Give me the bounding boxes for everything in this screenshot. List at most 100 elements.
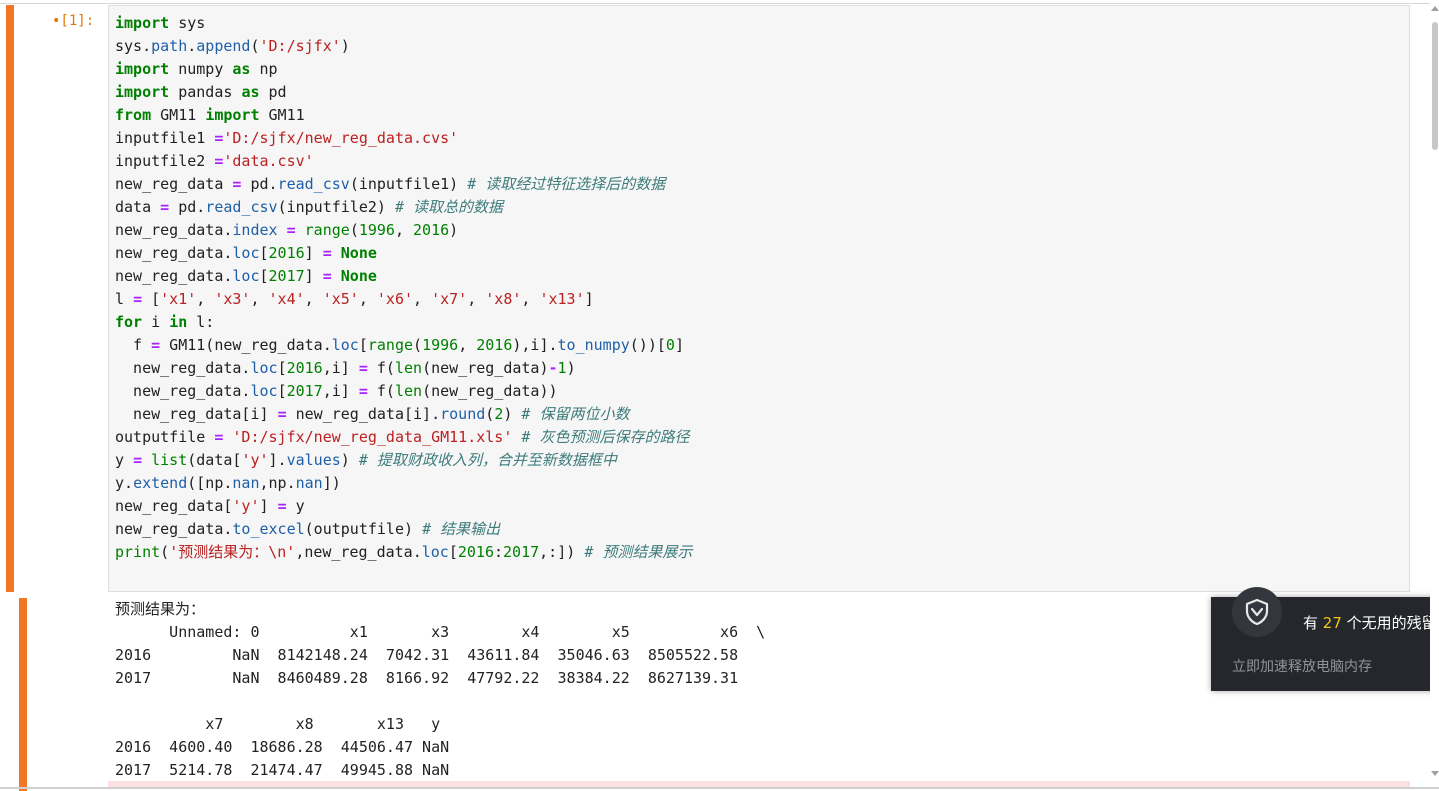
output-line: x7 x8 x13 y <box>115 715 441 733</box>
code-line[interactable]: new_reg_data.index = range(1996, 2016) <box>115 219 692 242</box>
code-token: GM11 <box>259 106 305 124</box>
code-token: ,:]) <box>539 543 585 561</box>
code-line[interactable]: new_reg_data.loc[2016,i] = f(len(new_reg… <box>115 357 692 380</box>
code-token: = <box>151 336 161 354</box>
code-line[interactable]: new_reg_data.to_excel(outputfile) # 结果输出 <box>115 518 692 541</box>
scroll-up-icon[interactable] <box>1431 6 1439 11</box>
code-token: 2016 <box>268 244 305 262</box>
code-token: as <box>232 60 251 78</box>
code-line[interactable]: inputfile1 ='D:/sjfx/new_reg_data.cvs' <box>115 127 692 150</box>
code-token: = <box>286 221 296 239</box>
code-line[interactable]: from GM11 import GM11 <box>115 104 692 127</box>
code-line[interactable]: new_reg_data['y'] = y <box>115 495 692 518</box>
code-token: import <box>115 14 170 32</box>
code-token: pd. <box>169 198 206 216</box>
code-token: pd <box>259 83 287 101</box>
toast-action-link[interactable]: 立即加速释放电脑内存 <box>1232 656 1372 676</box>
code-token: 'y' <box>241 451 269 469</box>
code-line[interactable]: for i in l: <box>115 311 692 334</box>
code-token: ) <box>449 221 459 239</box>
code-line[interactable]: new_reg_data = pd.read_csv(inputfile1) #… <box>115 173 692 196</box>
code-token: 'x3' <box>214 290 251 308</box>
code-token: 'x6' <box>376 290 414 308</box>
scroll-down-icon[interactable] <box>1431 771 1439 776</box>
code-token: # 灰色预测后保存的路径 <box>521 428 690 446</box>
shield-check-icon <box>1232 587 1282 637</box>
code-line[interactable]: y.extend([np.nan,np.nan]) <box>115 472 692 495</box>
code-editor[interactable]: import sys sys.path.append('D:/sjfx') impo… <box>108 5 1410 592</box>
code-token: ) <box>503 405 522 423</box>
code-token: # 读取经过特征选择后的数据 <box>467 175 666 193</box>
code-text[interactable]: import sys sys.path.append('D:/sjfx') impo… <box>115 12 692 564</box>
scrollbar-thumb[interactable] <box>1432 22 1438 150</box>
code-token: inputfile2 <box>115 152 215 170</box>
code-line[interactable]: print('预测结果为：\n',new_reg_data.loc[2016:2… <box>115 541 692 564</box>
bottom-border <box>0 787 1439 789</box>
code-token: new_reg_data[i] <box>115 405 278 423</box>
code-token: = <box>277 405 287 423</box>
code-token: data <box>115 198 161 216</box>
code-token: l: <box>187 313 215 331</box>
code-line[interactable]: import sys <box>115 12 692 35</box>
code-token: 1996 <box>422 336 459 354</box>
code-token: = <box>322 267 332 285</box>
code-token: 'x8' <box>485 290 522 308</box>
code-token: new_reg_data. <box>115 267 233 285</box>
code-token: [ <box>142 290 161 308</box>
code-token: import <box>115 83 170 101</box>
code-line[interactable]: new_reg_data.loc[2016] = None <box>115 242 692 265</box>
code-token: list <box>151 451 188 469</box>
code-line[interactable]: sys.path.append('D:/sjfx') <box>115 35 692 58</box>
code-token: values <box>286 451 341 469</box>
code-token: pandas <box>169 83 242 101</box>
code-line[interactable]: l = ['x1', 'x3', 'x4', 'x5', 'x6', 'x7',… <box>115 288 692 311</box>
code-token: = <box>358 359 368 377</box>
code-token: 'x5' <box>322 290 359 308</box>
code-line[interactable]: new_reg_data.loc[2017] = None <box>115 265 692 288</box>
top-border <box>0 3 1439 4</box>
code-token: None <box>340 244 377 262</box>
code-token: numpy <box>169 60 233 78</box>
code-token: sys. <box>115 37 152 55</box>
code-token: inputfile1 <box>115 129 215 147</box>
output-line: 预测结果为： <box>115 600 206 618</box>
code-token: len <box>394 382 423 400</box>
code-line[interactable]: import numpy as np <box>115 58 692 81</box>
code-token: . <box>187 37 197 55</box>
code-token: path <box>151 37 188 55</box>
code-token: , <box>458 336 477 354</box>
code-token: 0 <box>665 336 675 354</box>
code-token: ] <box>259 497 278 515</box>
code-token: l <box>115 290 134 308</box>
code-line[interactable]: new_reg_data.loc[2017,i] = f(len(new_reg… <box>115 380 692 403</box>
code-token: 'D:/sjfx' <box>259 37 341 55</box>
code-token: round <box>440 405 486 423</box>
code-line[interactable]: outputfile = 'D:/sjfx/new_reg_data_GM11.… <box>115 426 692 449</box>
cell-prompt: •[1]: <box>52 13 95 29</box>
code-token: # 提取财政收入列，合并至新数据框中 <box>358 451 617 469</box>
code-token: new_reg_data. <box>115 520 233 538</box>
output-cell-indicator[interactable] <box>19 598 27 791</box>
code-line[interactable]: y = list(data['y'].values) # 提取财政收入列，合并至… <box>115 449 692 472</box>
cleanup-toast-notification[interactable]: 有 27 个无用的残留 立即加速释放电脑内存 <box>1211 587 1439 691</box>
code-line[interactable]: new_reg_data[i] = new_reg_data[i].round(… <box>115 403 692 426</box>
code-line[interactable]: inputfile2 ='data.csv' <box>115 150 692 173</box>
code-token: ] <box>304 267 323 285</box>
code-token: # 结果输出 <box>422 520 501 538</box>
code-line[interactable]: import pandas as pd <box>115 81 692 104</box>
active-cell-indicator[interactable] <box>6 5 14 592</box>
code-line[interactable]: f = GM11(new_reg_data.loc[range(1996, 20… <box>115 334 692 357</box>
code-token: new_reg_data. <box>115 382 251 400</box>
code-token: , <box>304 290 323 308</box>
code-token: range <box>367 336 414 354</box>
code-token: new_reg_data. <box>115 359 251 377</box>
code-token: , <box>358 290 377 308</box>
output-line: 2017 NaN 8460489.28 8166.92 47792.22 383… <box>115 669 739 687</box>
code-token: new_reg_data. <box>115 244 233 262</box>
code-line[interactable]: data = pd.read_csv(inputfile2) # 读取总的数据 <box>115 196 692 219</box>
code-token: loc <box>331 336 359 354</box>
code-token: i <box>142 313 170 331</box>
code-token: ) <box>340 451 359 469</box>
